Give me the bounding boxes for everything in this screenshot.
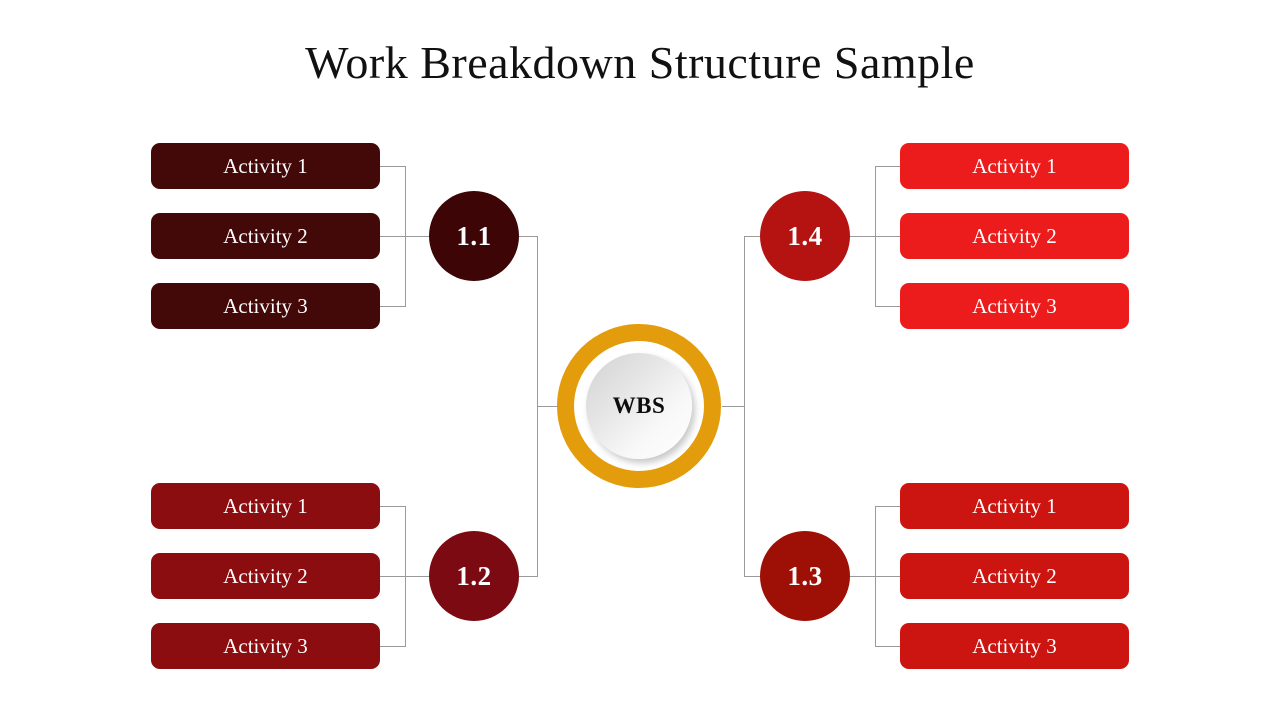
activity-label: Activity 1 bbox=[223, 493, 308, 518]
wbs-diagram-canvas: Work Breakdown Structure Sample Activity… bbox=[0, 0, 1280, 720]
activity-box-14-1[interactable]: Activity 1 bbox=[900, 143, 1129, 189]
connector-node-12-to-trunk bbox=[519, 576, 538, 577]
activity-box-14-2[interactable]: Activity 2 bbox=[900, 213, 1129, 259]
activity-label: Activity 2 bbox=[972, 563, 1057, 588]
connector-branch-13-stub-1 bbox=[875, 506, 901, 507]
branch-node-14[interactable]: 1.4 bbox=[760, 191, 850, 281]
activity-label: Activity 2 bbox=[223, 563, 308, 588]
connector-branch-12-stub-1 bbox=[380, 506, 406, 507]
activity-label: Activity 2 bbox=[972, 223, 1057, 248]
hub-label: WBS bbox=[612, 393, 666, 418]
activity-box-11-3[interactable]: Activity 3 bbox=[151, 283, 380, 329]
connector-branch-12-stub-3 bbox=[380, 646, 406, 647]
connector-branch-13-to-node bbox=[850, 576, 876, 577]
connector-node-11-to-trunk bbox=[519, 236, 538, 237]
branch-node-label: 1.4 bbox=[787, 220, 823, 251]
connector-branch-11-stub-2 bbox=[380, 236, 406, 237]
activity-box-13-2[interactable]: Activity 2 bbox=[900, 553, 1129, 599]
activity-box-12-1[interactable]: Activity 1 bbox=[151, 483, 380, 529]
connector-branch-14-to-node bbox=[850, 236, 876, 237]
connector-branch-11-to-node bbox=[405, 236, 430, 237]
page-title: Work Breakdown Structure Sample bbox=[305, 37, 975, 88]
activity-label: Activity 2 bbox=[223, 223, 308, 248]
connector-branch-14-stub-1 bbox=[875, 166, 901, 167]
connector-branch-14-stub-2 bbox=[875, 236, 901, 237]
activity-box-12-3[interactable]: Activity 3 bbox=[151, 623, 380, 669]
wbs-center-hub[interactable]: WBS bbox=[557, 324, 721, 488]
activity-label: Activity 1 bbox=[223, 153, 308, 178]
activity-box-14-3[interactable]: Activity 3 bbox=[900, 283, 1129, 329]
connector-branch-13-stub-2 bbox=[875, 576, 901, 577]
connector-branch-11-stub-3 bbox=[380, 306, 406, 307]
connector-branch-12-stub-2 bbox=[380, 576, 406, 577]
hub-inner-circle: WBS bbox=[586, 353, 692, 459]
activity-box-12-2[interactable]: Activity 2 bbox=[151, 553, 380, 599]
activity-box-13-3[interactable]: Activity 3 bbox=[900, 623, 1129, 669]
activity-label: Activity 3 bbox=[972, 293, 1057, 318]
activity-box-11-2[interactable]: Activity 2 bbox=[151, 213, 380, 259]
branch-node-label: 1.2 bbox=[456, 560, 492, 591]
activity-box-13-1[interactable]: Activity 1 bbox=[900, 483, 1129, 529]
branch-node-12[interactable]: 1.2 bbox=[429, 531, 519, 621]
branch-node-11[interactable]: 1.1 bbox=[429, 191, 519, 281]
activity-box-11-1[interactable]: Activity 1 bbox=[151, 143, 380, 189]
activity-label: Activity 3 bbox=[972, 633, 1057, 658]
branch-node-label: 1.1 bbox=[456, 220, 492, 251]
activity-label: Activity 3 bbox=[223, 293, 308, 318]
connector-branch-13-stub-3 bbox=[875, 646, 901, 647]
branch-node-label: 1.3 bbox=[787, 560, 823, 591]
connector-hub-to-right-trunk bbox=[722, 406, 745, 407]
branch-node-13[interactable]: 1.3 bbox=[760, 531, 850, 621]
connector-branch-11-stub-1 bbox=[380, 166, 406, 167]
connector-branch-14-stub-3 bbox=[875, 306, 901, 307]
activity-label: Activity 1 bbox=[972, 153, 1057, 178]
activity-label: Activity 1 bbox=[972, 493, 1057, 518]
connector-branch-12-to-node bbox=[405, 576, 430, 577]
connector-left-trunk-to-hub bbox=[537, 406, 558, 407]
activity-label: Activity 3 bbox=[223, 633, 308, 658]
